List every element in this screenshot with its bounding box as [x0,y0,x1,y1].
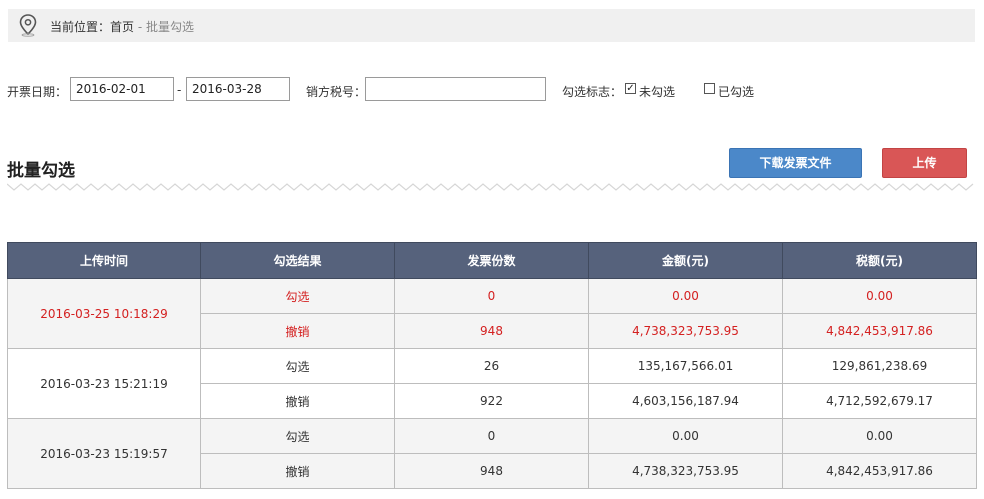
checked-label: 已勾选 [718,85,755,99]
amount-cell: 135,167,566.01 [588,348,783,384]
upload-time-cell: 2016-03-25 10:18:29 [7,278,201,349]
breadcrumb-current: 批量勾选 [146,20,195,34]
breadcrumb-separator: - [134,20,146,34]
checked-checkbox[interactable] [704,83,715,94]
column-header-invoice-count: 发票份数 [394,242,589,279]
breadcrumb-bar: 当前位置：首页 - 批量勾选 [8,9,975,42]
seller-tax-label: 销方税号： [306,85,367,99]
results-table: 上传时间 勾选结果 发票份数 金额(元) 税额(元) 2016-03-25 10… [7,242,977,489]
date-from-input[interactable] [70,77,174,101]
result-cell: 勾选 [200,278,395,314]
unchecked-label: 未勾选 [639,85,676,99]
tax-cell: 4,712,592,679.17 [782,383,977,419]
date-dash: - [177,83,182,97]
breadcrumb-home-link[interactable]: 首页 [110,20,134,34]
result-cell: 撤销 [200,313,395,349]
download-invoice-file-button[interactable]: 下载发票文件 [729,148,862,178]
amount-cell: 0.00 [588,418,783,454]
table-row: 2016-03-23 15:19:57 勾选 0 0.00 0.00 [7,418,977,489]
count-cell: 26 [394,348,589,384]
count-cell: 948 [394,453,589,489]
zigzag-divider [7,183,974,191]
count-cell: 948 [394,313,589,349]
column-header-upload-time: 上传时间 [7,242,201,279]
upload-time-cell: 2016-03-23 15:19:57 [7,418,201,489]
breadcrumb-prefix: 当前位置： [50,20,111,34]
count-cell: 922 [394,383,589,419]
check-flag-label: 勾选标志： [562,85,623,99]
tax-cell: 4,842,453,917.86 [782,313,977,349]
tax-cell: 0.00 [782,278,977,314]
column-header-amount: 金额(元) [588,242,783,279]
table-row: 2016-03-23 15:21:19 勾选 26 135,167,566.01… [7,348,977,419]
location-pin-icon [19,14,37,37]
column-header-check-result: 勾选结果 [200,242,395,279]
tax-cell: 4,842,453,917.86 [782,453,977,489]
upload-time-cell: 2016-03-23 15:21:19 [7,348,201,419]
result-cell: 撤销 [200,383,395,419]
table-row: 2016-03-25 10:18:29 勾选 0 0.00 0.00 [7,278,977,349]
amount-cell: 4,738,323,753.95 [588,313,783,349]
date-label: 开票日期： [7,85,68,99]
breadcrumb: 当前位置：首页 - 批量勾选 [50,18,194,35]
count-cell: 0 [394,418,589,454]
column-header-tax: 税额(元) [782,242,977,279]
tax-cell: 129,861,238.69 [782,348,977,384]
filter-row: 开票日期： - 销方税号： 勾选标志： ✓ 未勾选 已勾选 [0,77,984,103]
seller-tax-input[interactable] [365,77,546,101]
result-cell: 撤销 [200,453,395,489]
result-cell: 勾选 [200,418,395,454]
date-to-input[interactable] [186,77,290,101]
amount-cell: 4,738,323,753.95 [588,453,783,489]
unchecked-checkbox[interactable]: ✓ [625,83,636,94]
count-cell: 0 [394,278,589,314]
amount-cell: 4,603,156,187.94 [588,383,783,419]
amount-cell: 0.00 [588,278,783,314]
result-cell: 勾选 [200,348,395,384]
section-title: 批量勾选 [7,161,75,181]
table-header-row: 上传时间 勾选结果 发票份数 金额(元) 税额(元) [7,242,977,279]
upload-button[interactable]: 上传 [882,148,967,178]
tax-cell: 0.00 [782,418,977,454]
